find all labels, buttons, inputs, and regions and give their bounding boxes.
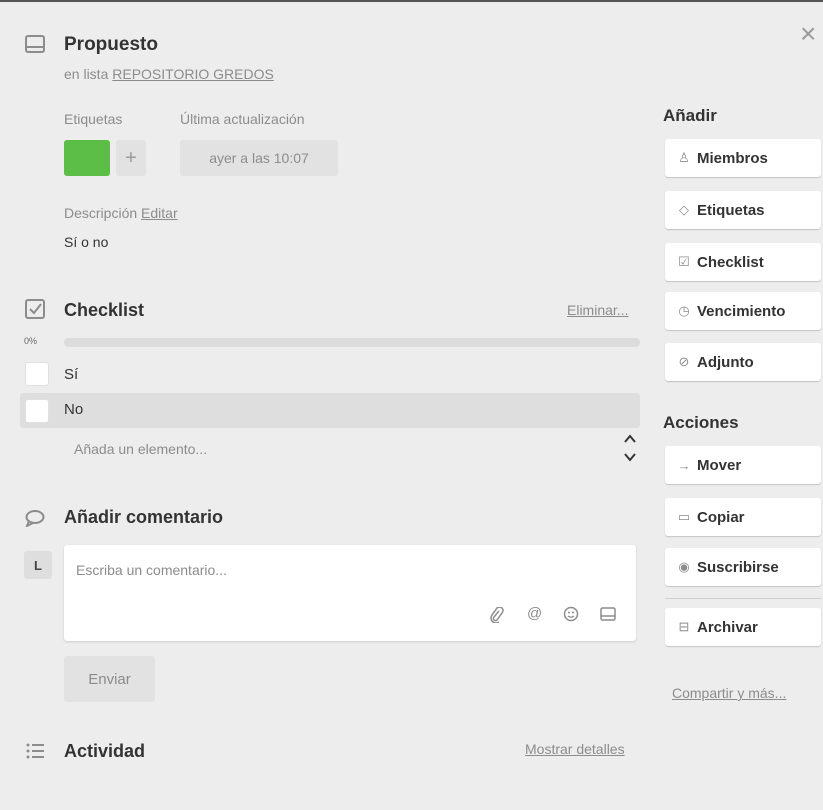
copy-button-label: Copiar [697,508,745,526]
updated-heading: Última actualización [180,111,305,127]
description-row: Descripción Editar [64,205,178,221]
checklist-icon: ☑ [678,254,690,269]
move-button[interactable]: → Mover [665,446,821,484]
checklist-item-label[interactable]: No [64,401,83,418]
labels-heading: Etiquetas [64,111,123,127]
checklist-item-label[interactable]: Sí [64,366,78,383]
share-more-link[interactable]: Compartir y más... [672,685,786,701]
comment-placeholder: Escriba un comentario... [76,562,227,578]
description-text: Sí o no [64,234,109,250]
attach-paperclip-icon[interactable] [490,606,504,627]
activity-list-icon [24,740,46,762]
description-heading: Descripción [64,205,138,221]
checklist-item-checkbox[interactable] [25,399,49,423]
delete-checklist-link[interactable]: Eliminar... [567,302,628,318]
clock-icon: ◷ [678,303,690,318]
list-name-link[interactable]: REPOSITORIO GREDOS [112,66,274,82]
card-attach-icon[interactable] [600,607,616,626]
add-comment-heading: Añadir comentario [64,507,224,527]
checklist-item-row-highlight [20,393,640,428]
paperclip-icon: ⊘ [678,354,690,369]
attachment-button-label: Adjunto [697,353,754,371]
comment-input[interactable]: Escriba un comentario... @ [64,545,636,641]
sidebar-divider [665,598,821,599]
archive-button-label: Archivar [697,618,758,636]
reorder-arrows-icon[interactable] [620,430,640,466]
attachment-button[interactable]: ⊘ Adjunto [665,343,821,381]
labels-button-label: Etiquetas [697,201,765,219]
checklist-item-checkbox[interactable] [25,362,49,386]
members-button[interactable]: ♙ Miembros [665,139,821,177]
close-icon[interactable]: × [800,20,816,48]
activity-heading: Actividad [64,741,146,761]
card-title[interactable]: Propuesto [64,34,158,56]
show-details-link[interactable]: Mostrar detalles [525,741,625,757]
avatar[interactable]: L [24,551,52,579]
move-button-label: Mover [697,456,742,474]
eye-icon: ◉ [678,559,690,574]
label-green-chip[interactable] [64,140,110,176]
actions-section-heading: Acciones [663,413,739,432]
emoji-icon[interactable] [563,606,579,627]
checklist-progress-bar [64,338,640,347]
checklist-icon [24,298,46,320]
edit-description-link[interactable]: Editar [141,205,178,221]
person-icon: ♙ [678,150,690,165]
mention-icon[interactable]: @ [527,605,542,622]
send-comment-button[interactable]: Enviar [64,656,155,702]
add-checklist-item-input[interactable]: Añada un elemento... [74,441,207,457]
arrow-right-icon: → [677,457,691,473]
subscribe-button[interactable]: ◉ Suscribirse [665,548,821,586]
comment-icon [24,507,46,529]
tag-icon: ◇ [679,202,689,217]
checklist-progress-text: 0% [24,336,38,346]
add-label-button[interactable]: + [116,140,146,176]
checklist-button[interactable]: ☑ Checklist [665,243,821,281]
labels-button[interactable]: ◇ Etiquetas [665,191,821,229]
checklist-title[interactable]: Checklist [64,300,144,321]
window-top-border [0,0,823,2]
due-date-button[interactable]: ◷ Vencimiento [665,292,821,330]
members-button-label: Miembros [697,149,768,167]
archive-icon: ⊟ [678,619,690,634]
add-section-heading: Añadir [663,106,717,125]
updated-value: ayer a las 10:07 [180,140,338,176]
list-prefix: en lista [64,66,109,82]
list-reference: en lista REPOSITORIO GREDOS [64,66,274,82]
subscribe-button-label: Suscribirse [697,558,779,576]
checklist-button-label: Checklist [697,253,764,271]
card-icon [24,33,46,55]
archive-button[interactable]: ⊟ Archivar [665,608,821,646]
copy-button[interactable]: ▭ Copiar [665,498,821,536]
card-icon: ▭ [677,509,691,524]
due-date-button-label: Vencimiento [697,302,786,320]
